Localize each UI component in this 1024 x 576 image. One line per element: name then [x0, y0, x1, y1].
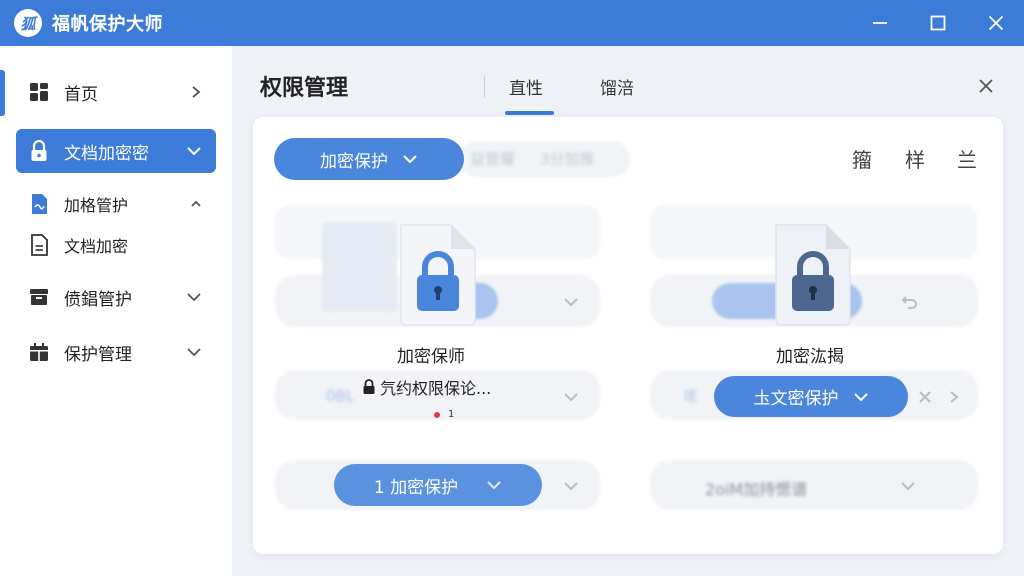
maximize-button[interactable] — [910, 0, 966, 46]
lock-status-line: 氕约权限保论... — [362, 375, 491, 399]
chevron-down-icon — [187, 293, 201, 302]
sidebar-subitem-format-management[interactable]: 加格管护 — [16, 186, 216, 222]
lock-icon — [363, 379, 375, 394]
file-signature-icon — [28, 193, 50, 215]
chevron-right-icon[interactable] — [948, 390, 960, 404]
undo-icon[interactable] — [900, 296, 918, 310]
chevron-down-icon[interactable] — [563, 296, 579, 308]
chevron-up-icon — [191, 200, 201, 207]
tab-secondary[interactable]: 馏涪 — [600, 74, 634, 99]
archive-icon — [28, 286, 50, 308]
maximize-icon — [930, 15, 946, 31]
window-close-button[interactable] — [968, 0, 1024, 46]
sidebar-item-label: 首页 — [64, 84, 98, 105]
button-label: 加密保护 — [320, 151, 388, 172]
chevron-down-icon[interactable] — [563, 480, 579, 492]
tab-properties[interactable]: 直性 — [509, 74, 543, 99]
encrypt-protect-button[interactable]: 加密保护 — [274, 138, 464, 180]
close-icon[interactable] — [976, 76, 996, 96]
sidebar-item-document-encryption[interactable]: 文档加密密 — [16, 129, 216, 173]
sidebar-active-indicator — [0, 70, 5, 116]
lock-status-text: 氕约权限保论... — [380, 379, 492, 398]
sidebar-subitem-document-encrypt[interactable]: 文档加密 — [16, 227, 216, 263]
calendar-icon — [28, 341, 50, 363]
close-icon[interactable] — [918, 390, 932, 404]
sidebar-item-archive-management[interactable]: 偾錩管护 — [16, 275, 216, 319]
close-icon — [988, 15, 1004, 31]
blurred-text: 0BL — [326, 387, 355, 405]
chevron-down-icon — [187, 348, 201, 357]
chevron-down-icon[interactable] — [563, 391, 579, 403]
document-icon — [28, 234, 50, 256]
status-dot — [434, 412, 440, 418]
chevron-down-icon — [853, 392, 868, 401]
toolbar-tool-3[interactable]: 兰 — [957, 144, 977, 173]
sidebar-item-label: 文档加密 — [64, 237, 129, 256]
title-bar: 狐 福帆保护大师 — [0, 0, 1024, 46]
file-card-label: 加密保师 — [397, 347, 465, 367]
chevron-down-icon — [187, 147, 201, 156]
minimize-button[interactable] — [852, 0, 908, 46]
app-logo: 狐 — [14, 9, 42, 37]
count-badge: 1 — [448, 409, 455, 420]
sidebar: 首页 文档加密密 加格管护 文档加密 偾錩管护 保护管理 — [0, 46, 232, 576]
grid-icon — [28, 81, 50, 103]
sidebar-item-label: 文档加密密 — [64, 143, 149, 164]
blurred-text: 3分加推 — [540, 150, 595, 168]
sidebar-item-label: 偾錩管护 — [64, 289, 132, 310]
app-title: 福帆保护大师 — [52, 14, 163, 35]
page-title: 权限管理 — [260, 76, 349, 101]
blurred-text: 2oiM加持愢谱 — [705, 480, 808, 499]
chevron-down-icon — [403, 155, 417, 164]
toolbar-tool-2[interactable]: 样 — [905, 144, 925, 173]
blurred-text: 益管羅 — [470, 150, 516, 168]
lock-file-icon[interactable] — [772, 221, 854, 327]
button-label: 1 加密保护 — [373, 477, 459, 498]
active-tab-indicator — [505, 111, 554, 115]
sidebar-item-label: 加格管护 — [64, 196, 129, 215]
chevron-down-icon[interactable] — [900, 480, 916, 492]
sidebar-item-label: 保护管理 — [64, 344, 132, 365]
minimize-icon — [873, 22, 887, 24]
button-label: 圡文密保护 — [753, 389, 839, 409]
toolbar-tool-1[interactable]: 籀 — [852, 144, 872, 173]
sidebar-item-protection-management[interactable]: 保护管理 — [16, 330, 216, 374]
tab-divider — [484, 76, 485, 98]
blurred-row — [650, 460, 978, 510]
lock-file-icon[interactable] — [397, 221, 479, 327]
file-card-label: 加密汯揭 — [776, 347, 844, 367]
chevron-right-icon — [192, 86, 201, 98]
bottom-encrypt-button[interactable]: 1 加密保护 — [334, 464, 542, 506]
sidebar-item-home[interactable]: 首页 — [16, 70, 216, 114]
document-encrypt-button[interactable]: 圡文密保护 — [714, 376, 908, 417]
blurred-text: IE — [684, 387, 698, 405]
lock-icon — [28, 140, 50, 162]
blurred-document — [322, 222, 397, 312]
chevron-down-icon — [487, 481, 501, 490]
